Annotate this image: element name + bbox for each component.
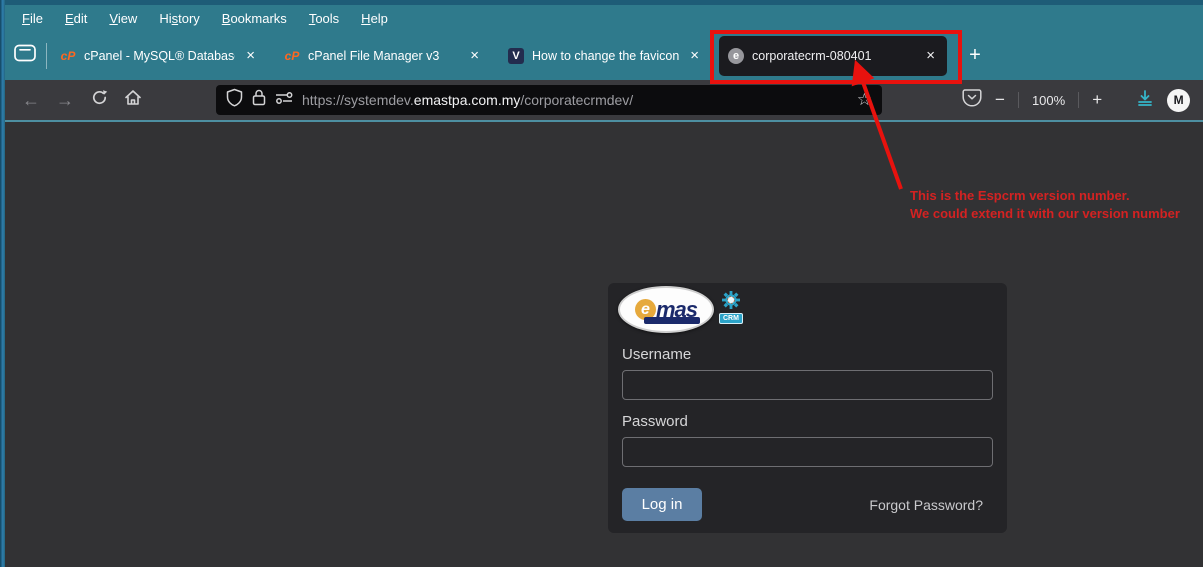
tab-favicon-docs[interactable]: V How to change the favicon - Es ×	[499, 36, 711, 76]
url-domain: emastpa.com.my	[414, 92, 521, 108]
menu-tools[interactable]: Tools	[299, 8, 349, 29]
espocrm-docs-icon: V	[508, 48, 524, 64]
url-bar[interactable]: https://systemdev.emastpa.com.my/corpora…	[216, 85, 882, 115]
home-icon	[124, 89, 142, 111]
tab-title: cPanel - MySQL® Databases	[84, 49, 235, 63]
annotation-line-1: This is the Espcrm version number.	[910, 187, 1180, 205]
password-label: Password	[622, 413, 993, 430]
username-label: Username	[622, 346, 993, 363]
menu-bar: File Edit View History Bookmarks Tools H…	[0, 0, 1203, 31]
close-icon[interactable]: ×	[923, 47, 938, 64]
login-panel: e mas CRM Username Password Log in Forgo…	[608, 283, 1007, 533]
downloads-icon[interactable]	[1136, 89, 1154, 112]
menu-view[interactable]: View	[99, 8, 147, 29]
menu-bookmarks[interactable]: Bookmarks	[212, 8, 297, 29]
gear-icon	[721, 290, 741, 315]
new-tab-button[interactable]: +	[961, 42, 989, 70]
menu-file[interactable]: File	[12, 8, 53, 29]
forward-button[interactable]: →	[48, 85, 82, 115]
annotation-line-2: We could extend it with our version numb…	[910, 205, 1180, 223]
close-icon[interactable]: ×	[243, 47, 258, 64]
menu-help[interactable]: Help	[351, 8, 398, 29]
reload-icon	[91, 89, 108, 111]
toolbar-right: − 100% + M	[962, 88, 1190, 112]
browser-window: File Edit View History Bookmarks Tools H…	[0, 0, 1203, 567]
close-icon[interactable]: ×	[687, 47, 702, 64]
password-field[interactable]	[622, 437, 993, 467]
forgot-password-link[interactable]: Forgot Password?	[869, 497, 983, 513]
pocket-icon[interactable]	[962, 88, 982, 112]
url-protocol: https://systemdev.	[302, 92, 414, 108]
zoom-out-button[interactable]: −	[995, 90, 1005, 110]
logo-row: e mas CRM	[618, 286, 993, 333]
tab-title: How to change the favicon - Es	[532, 49, 679, 63]
zoom-in-button[interactable]: +	[1092, 90, 1102, 110]
shield-icon[interactable]	[226, 88, 243, 112]
tab-title: cPanel File Manager v3	[308, 49, 459, 63]
home-button[interactable]	[116, 85, 150, 115]
menu-edit[interactable]: Edit	[55, 8, 97, 29]
window-edge	[0, 0, 5, 567]
emas-logo-tagline-bar	[644, 317, 700, 324]
zoom-level[interactable]: 100%	[1032, 93, 1065, 108]
navigation-toolbar: ← → https://systemdev.emastpa.com.my/cor…	[0, 80, 1203, 122]
lock-icon[interactable]	[252, 89, 266, 111]
annotation-text: This is the Espcrm version number. We co…	[910, 187, 1180, 223]
forward-icon: →	[56, 90, 74, 111]
form-actions: Log in Forgot Password?	[622, 488, 993, 521]
tab-title: corporatecrm-080401	[752, 49, 915, 63]
crm-label: CRM	[719, 313, 743, 324]
login-button[interactable]: Log in	[622, 488, 702, 521]
tab-cpanel-filemanager[interactable]: cP cPanel File Manager v3 ×	[275, 36, 491, 76]
account-avatar[interactable]: M	[1167, 89, 1190, 112]
permissions-icon[interactable]	[275, 91, 293, 110]
espocrm-icon: e	[728, 48, 744, 64]
tab-cpanel-mysql[interactable]: cP cPanel - MySQL® Databases ×	[51, 36, 267, 76]
crm-badge: CRM	[719, 290, 743, 324]
tab-bar: cP cPanel - MySQL® Databases × cP cPanel…	[0, 31, 1203, 80]
cpanel-icon: cP	[60, 48, 76, 64]
url-path: /corporatecrmdev/	[520, 92, 633, 108]
menu-history[interactable]: History	[149, 8, 209, 29]
firefox-view-icon	[14, 44, 36, 67]
separator	[1018, 92, 1019, 108]
url-text[interactable]: https://systemdev.emastpa.com.my/corpora…	[302, 92, 848, 108]
tab-corporatecrm-active[interactable]: e corporatecrm-080401 ×	[719, 36, 947, 76]
bookmark-star-icon[interactable]: ☆	[857, 90, 872, 110]
separator	[1078, 92, 1079, 108]
close-icon[interactable]: ×	[467, 47, 482, 64]
tab-separator	[46, 43, 47, 69]
username-field[interactable]	[622, 370, 993, 400]
cpanel-icon: cP	[284, 48, 300, 64]
firefox-view-button[interactable]	[8, 39, 42, 73]
back-button[interactable]: ←	[14, 85, 48, 115]
reload-button[interactable]	[82, 85, 116, 115]
emas-logo: e mas	[618, 286, 714, 333]
back-icon: ←	[22, 90, 40, 111]
